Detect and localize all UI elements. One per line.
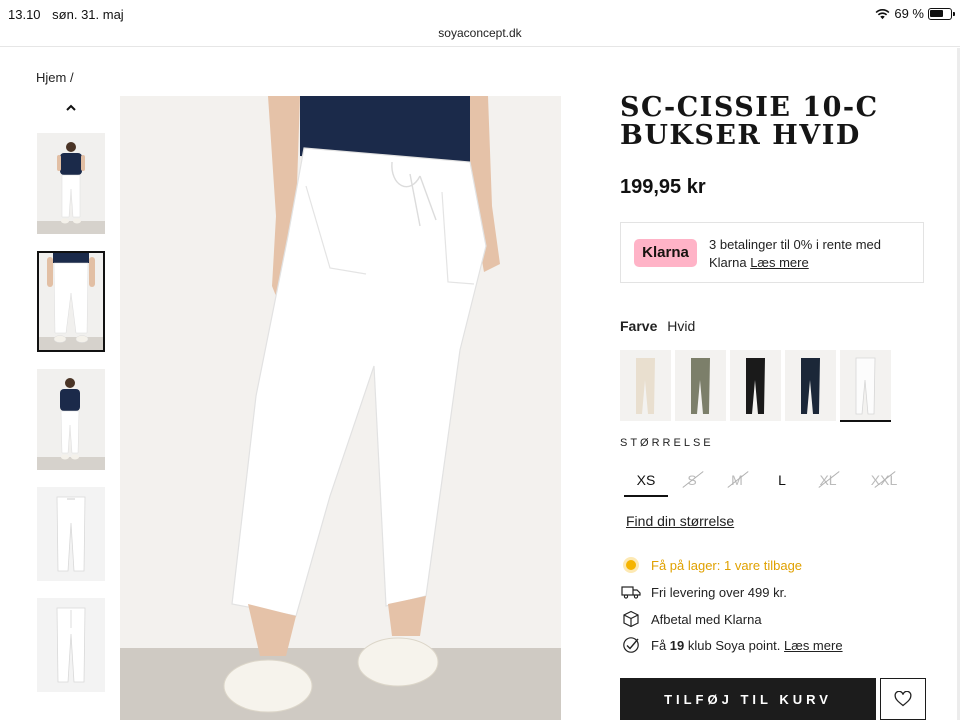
- points-suffix: klub Soya point.: [687, 637, 781, 653]
- points-read-more-link[interactable]: Læs mere: [784, 638, 843, 653]
- klarna-logo: Klarna: [634, 239, 697, 267]
- color-value: Hvid: [667, 318, 696, 334]
- battery-icon: [928, 7, 955, 20]
- swatch-pants-image: [855, 357, 876, 415]
- thumbnail-1[interactable]: [37, 133, 105, 234]
- thumbnail-4[interactable]: [37, 487, 105, 581]
- klarna-read-more-link[interactable]: Læs mere: [750, 255, 809, 270]
- points-prefix: Få: [651, 637, 667, 653]
- color-selector-label: Farve Hvid: [620, 318, 695, 334]
- package-icon: [620, 610, 642, 628]
- wishlist-button[interactable]: [880, 678, 926, 720]
- size-option-l[interactable]: L: [760, 472, 804, 488]
- wifi-icon: [875, 8, 890, 19]
- product-title: SC-CISSIE 10-C BUKSER HVID: [620, 92, 879, 151]
- size-label: STØRRELSE: [620, 437, 714, 449]
- color-swatch-beige[interactable]: [620, 350, 671, 421]
- truck-icon: [620, 583, 642, 601]
- color-swatch-navy[interactable]: [785, 350, 836, 421]
- heart-icon: [894, 691, 912, 707]
- size-option-xl[interactable]: XL: [806, 471, 850, 488]
- size-option-label: L: [778, 472, 786, 488]
- battery-percent: 69 %: [894, 6, 924, 21]
- size-option-xxl[interactable]: XXL: [862, 471, 906, 488]
- color-label: Farve: [620, 318, 658, 334]
- klarna-payment-info: Afbetal med Klarna: [620, 610, 762, 628]
- status-time: 13.10: [8, 7, 41, 22]
- thumbnail-image: [39, 253, 103, 350]
- thumbnail-image: [37, 487, 105, 581]
- check-circle-icon: [620, 636, 642, 654]
- swatch-pants-image: [746, 358, 765, 414]
- size-option-m[interactable]: M: [715, 471, 759, 488]
- product-photo: [120, 96, 561, 720]
- status-bar: 13.10 søn. 31. maj 69 %: [0, 0, 960, 28]
- swatch-pants-image: [801, 358, 820, 414]
- stock-dot-icon: [620, 556, 642, 574]
- color-swatch-olive[interactable]: [675, 350, 726, 421]
- color-swatch-black[interactable]: [730, 350, 781, 421]
- delivery-text: Fri levering over 499 kr.: [651, 584, 787, 600]
- product-price: 199,95 kr: [620, 176, 706, 198]
- points-number: 19: [669, 637, 685, 653]
- delivery-info: Fri levering over 499 kr.: [620, 583, 787, 601]
- size-option-label: XS: [636, 472, 656, 488]
- points-info: Få 19 klub Soya point. Læs mere: [620, 636, 843, 654]
- breadcrumb[interactable]: Hjem /: [36, 70, 74, 85]
- thumbnail-5[interactable]: [37, 598, 105, 692]
- swatch-pants-image: [636, 358, 655, 414]
- status-left: 13.10 søn. 31. maj: [8, 7, 132, 22]
- size-option-s[interactable]: S: [670, 471, 714, 488]
- thumbnail-2[interactable]: [37, 251, 105, 352]
- klarna-payment-text: Afbetal med Klarna: [651, 611, 762, 627]
- swatch-pants-image: [691, 358, 710, 414]
- klarna-text: 3 betalinger til 0% i rente med Klarna L…: [709, 236, 914, 272]
- size-option-xs[interactable]: XS: [624, 472, 668, 497]
- klarna-info-box: Klarna 3 betalinger til 0% i rente med K…: [620, 222, 924, 283]
- stock-status: Få på lager: 1 vare tilbage: [620, 556, 802, 574]
- color-swatch-white[interactable]: [840, 350, 891, 422]
- main-product-image[interactable]: [120, 96, 561, 720]
- divider: [0, 46, 960, 47]
- stock-text: Få på lager: 1 vare tilbage: [651, 557, 803, 573]
- status-date: søn. 31. maj: [52, 7, 124, 22]
- thumbnail-image: [37, 598, 105, 692]
- add-to-cart-button[interactable]: TILFØJ TIL KURV: [620, 678, 876, 720]
- thumbnail-image: [37, 369, 105, 470]
- thumbnail-3[interactable]: [37, 369, 105, 470]
- url-bar[interactable]: soyaconcept.dk: [0, 26, 960, 40]
- chevron-up-icon[interactable]: [62, 100, 80, 116]
- find-size-link[interactable]: Find din størrelse: [626, 513, 734, 529]
- thumbnail-image: [37, 133, 105, 234]
- status-right: 69 %: [875, 6, 955, 21]
